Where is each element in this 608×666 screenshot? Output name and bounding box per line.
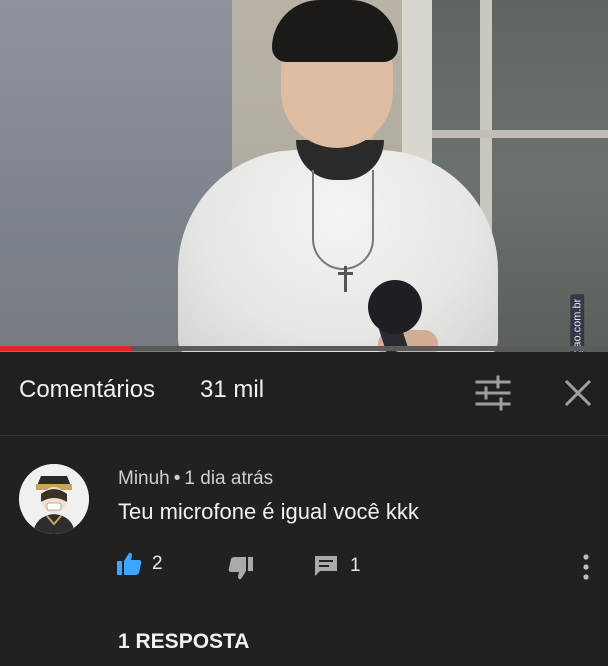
video-progress-fill [0, 346, 131, 351]
comment-bubble-icon [315, 556, 337, 576]
microphone-icon [368, 280, 422, 334]
dislike-button[interactable] [228, 556, 254, 585]
comments-count: 31 mil [200, 376, 265, 403]
reply-count: 1 [350, 555, 361, 576]
more-options-icon[interactable] [578, 552, 594, 582]
necklace-cross-bar [338, 272, 353, 275]
sort-sliders-icon[interactable] [474, 374, 512, 412]
video-frame-person [0, 0, 608, 352]
comment-time: 1 dia atrás [184, 468, 274, 489]
watermark-text: AhNegao.com.br [570, 294, 585, 352]
person-hair [272, 0, 398, 62]
close-icon[interactable] [563, 378, 593, 408]
comment-text: Teu microfone é igual você kkk [118, 499, 419, 524]
necklace-cross [344, 266, 347, 292]
comments-header: Comentários 31 mil [0, 352, 608, 436]
video-player[interactable]: AhNegao.com.br [0, 0, 608, 352]
meta-separator: • [173, 468, 181, 489]
avatar-anime-character-icon [19, 464, 89, 534]
view-replies-link[interactable]: 1 RESPOSTA [118, 630, 249, 654]
thumbs-down-icon [228, 557, 253, 580]
person-necklace [312, 170, 374, 270]
comments-title: Comentários [19, 376, 156, 403]
avatar[interactable] [19, 464, 89, 534]
reply-button[interactable]: 1 [314, 555, 361, 577]
comment-author[interactable]: Minuh [118, 468, 170, 489]
like-button[interactable]: 2 [116, 552, 163, 576]
site-watermark: AhNegao.com.br [566, 280, 588, 352]
like-count: 2 [152, 553, 163, 574]
comment-meta: Minuh • 1 dia atrás [118, 468, 273, 490]
thumbs-up-icon [117, 552, 142, 575]
